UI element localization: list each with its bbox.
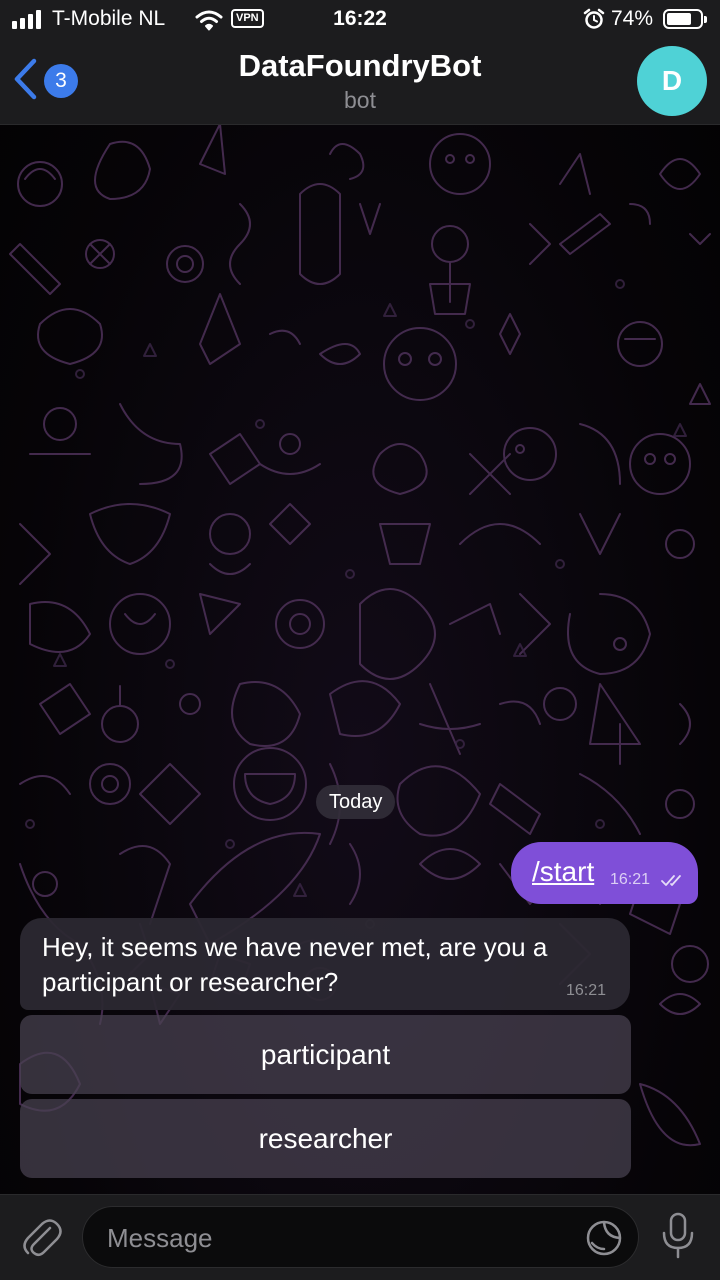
microphone-icon[interactable] [660, 1211, 696, 1266]
status-bar: T-Mobile NL VPN 16:22 74% [0, 0, 720, 40]
message-time: 16:21 [565, 982, 606, 999]
read-checkmarks-icon [661, 874, 687, 893]
chevron-left-icon [10, 57, 40, 106]
attach-icon[interactable] [20, 1214, 62, 1265]
outgoing-message[interactable]: /start 16:21 [511, 842, 698, 904]
sticker-icon[interactable] [585, 1219, 623, 1262]
incoming-message[interactable]: Hey, it seems we have never met, are you… [20, 918, 630, 1010]
message-input[interactable]: Message [82, 1206, 639, 1268]
back-button[interactable]: 3 [10, 56, 78, 106]
chat-header: 3 DataFoundryBot bot D [0, 40, 720, 125]
avatar[interactable]: D [637, 46, 707, 116]
message-text: Hey, it seems we have never met, are you… [42, 932, 548, 997]
battery-level [667, 13, 691, 25]
message-text[interactable]: /start [532, 856, 594, 888]
alarm-icon [583, 8, 605, 35]
chat-subtitle: bot [344, 87, 376, 113]
participant-button[interactable]: participant [20, 1015, 631, 1094]
chat-title-block[interactable]: DataFoundryBot bot [160, 46, 560, 114]
researcher-button[interactable]: researcher [20, 1099, 631, 1178]
date-separator: Today [316, 785, 396, 819]
message-time: 16:21 [610, 871, 651, 888]
message-placeholder: Message [107, 1223, 213, 1253]
telegram-chat-screen: T-Mobile NL VPN 16:22 74% 3 DataFoundryB… [0, 0, 720, 1280]
chat-title: DataFoundryBot [238, 48, 482, 83]
unread-count-badge: 3 [44, 64, 78, 98]
battery-icon [663, 9, 707, 29]
battery-percent: 74% [611, 7, 654, 30]
message-input-bar: Message [0, 1194, 720, 1280]
